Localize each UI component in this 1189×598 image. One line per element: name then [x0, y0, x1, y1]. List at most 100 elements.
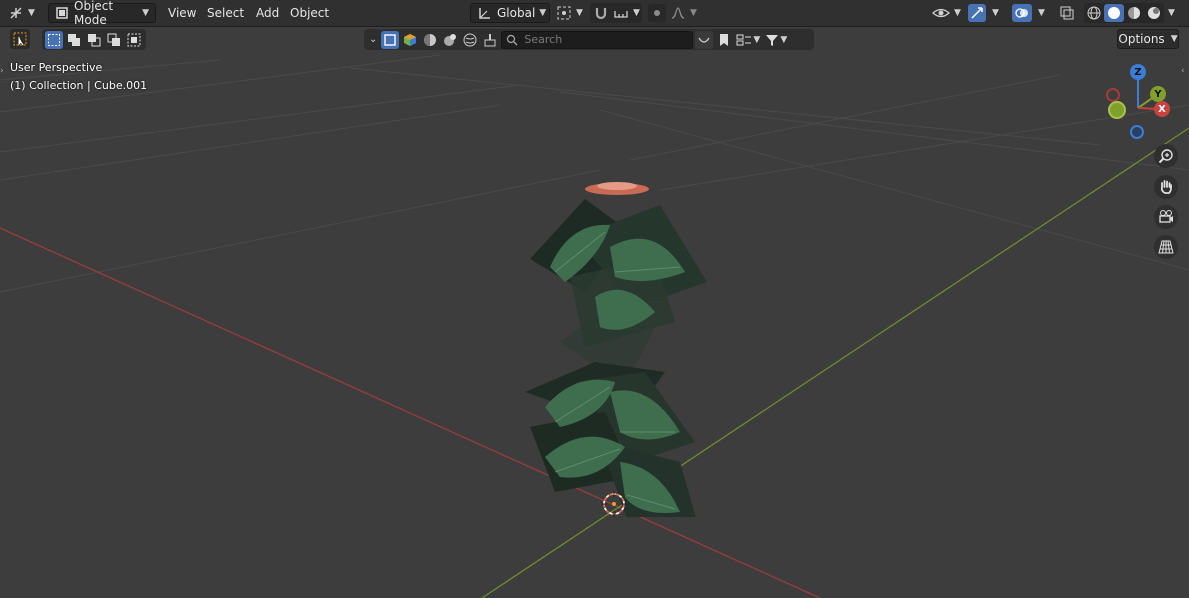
proportional-edit-icon [648, 4, 666, 22]
eye-icon [932, 5, 950, 21]
select-intersect-icon [127, 33, 141, 46]
transform-orientation-dropdown[interactable]: Global ▼ [470, 3, 550, 23]
select-subtract-icon [88, 33, 101, 46]
sidebar-expand-arrow-icon[interactable]: ‹ [1181, 66, 1185, 76]
3d-viewport[interactable] [0, 27, 1189, 598]
gizmo-z-axis[interactable]: Z [1130, 64, 1146, 80]
menu-select[interactable]: Select [201, 3, 250, 23]
select-difference-button[interactable] [105, 31, 123, 49]
filter-button[interactable]: ▼ [763, 31, 789, 49]
collection-info-label: (1) Collection | Cube.001 [10, 79, 148, 92]
filter-sphere-button[interactable] [421, 31, 439, 49]
bookmark-icon [720, 33, 729, 46]
navigation-gizmo[interactable]: Z Y X [1100, 60, 1180, 145]
chevron-down-icon: ▼ [633, 8, 640, 18]
mode-dropdown[interactable]: Object Mode ▼ [48, 0, 156, 27]
grid-perspective-icon [1158, 240, 1174, 254]
select-extend-icon [68, 33, 80, 46]
select-box-icon [13, 32, 27, 46]
sphere-icon [424, 33, 437, 46]
falloff-curve-icon [670, 5, 686, 21]
gizmo-icon [968, 4, 986, 22]
gizmo-y-axis[interactable]: Y [1150, 86, 1166, 102]
pivot-point-button[interactable]: ▼ [556, 3, 586, 23]
gizmo-toggle[interactable]: ▼ [968, 3, 1006, 23]
zoom-button[interactable] [1154, 144, 1178, 168]
brush-icon [484, 33, 496, 46]
options-dropdown[interactable]: Options ▼ [1117, 29, 1179, 49]
filter-texture-button[interactable] [441, 31, 459, 49]
visibility-button[interactable]: ▼ [932, 3, 964, 23]
wireframe-shading-icon[interactable] [1084, 6, 1104, 20]
select-new-button[interactable] [45, 30, 63, 49]
toggle-button[interactable] [695, 30, 714, 49]
gizmo-neg-z-axis[interactable] [1130, 125, 1144, 139]
magnet-icon [593, 5, 609, 21]
asset-search-input[interactable]: Search [501, 30, 694, 49]
outliner-filter-bar: ⌄ Search ▼ ▼ [364, 29, 814, 50]
shading-mode-group[interactable] [1084, 3, 1164, 23]
chevron-down-icon: ▼ [28, 8, 35, 18]
xray-toggle[interactable] [1060, 3, 1078, 23]
color-cube-icon [404, 33, 417, 46]
view-name-label: User Perspective [10, 61, 103, 74]
select-tool-button[interactable] [10, 29, 30, 49]
menu-add[interactable]: Add [250, 3, 285, 23]
chevron-down-icon: ▼ [992, 8, 999, 18]
select-extend-button[interactable] [65, 31, 83, 49]
zoom-icon [1158, 149, 1173, 164]
chevron-down-icon: ▼ [539, 8, 547, 18]
shading-options-button[interactable]: ▼ [1164, 3, 1178, 23]
select-subtract-button[interactable] [85, 31, 103, 49]
hand-icon [1160, 180, 1172, 194]
gizmo-neg-y-axis[interactable] [1108, 101, 1126, 119]
orientation-label: Global [497, 6, 536, 20]
texture-icon [444, 33, 457, 46]
object-mode-icon [55, 6, 69, 20]
select-difference-icon [107, 33, 120, 46]
viewport-header: ▼ Object Mode ▼ View Select Add Object G… [0, 0, 1189, 27]
chevron-down-icon: ▼ [1038, 8, 1045, 18]
options-label: Options [1118, 32, 1165, 46]
solid-shading-icon[interactable] [1104, 4, 1124, 22]
select-tool-row [10, 29, 30, 51]
gizmo-neg-x-axis[interactable] [1106, 88, 1120, 102]
chevron-down-icon: ▼ [142, 8, 149, 18]
editor-type-button[interactable]: ▼ [8, 3, 40, 23]
mode-label: Object Mode [74, 0, 114, 27]
filter-world-button[interactable] [461, 31, 479, 49]
menu-object[interactable]: Object [284, 3, 335, 23]
perspective-toggle-button[interactable] [1154, 235, 1178, 259]
axis-cross-icon [8, 5, 24, 21]
gizmo-x-axis[interactable]: X [1154, 101, 1170, 117]
plant-object[interactable] [515, 177, 715, 517]
world-icon [463, 33, 477, 46]
pan-button[interactable] [1154, 175, 1178, 199]
select-intersect-button[interactable] [125, 31, 143, 49]
orientation-icon [477, 6, 491, 20]
chevron-down-icon: ▼ [1168, 8, 1175, 18]
xray-icon [1060, 6, 1074, 20]
camera-view-button[interactable] [1154, 205, 1178, 229]
bookmark-button[interactable] [715, 31, 733, 49]
selection-mode-group [42, 29, 146, 50]
chevron-down-icon[interactable]: ⌄ [369, 34, 377, 45]
chevron-down-icon: ▼ [753, 34, 761, 45]
chevron-down-icon: ▼ [576, 8, 583, 18]
material-preview-icon[interactable] [1124, 6, 1144, 20]
filter-brush-button[interactable] [481, 31, 499, 49]
curve-icon [698, 37, 710, 43]
3d-cursor[interactable] [600, 490, 628, 518]
menu-view[interactable]: View [162, 3, 202, 23]
object-filter-button[interactable] [381, 30, 400, 49]
rendered-shading-icon[interactable] [1144, 6, 1164, 20]
overlays-icon [1012, 4, 1032, 22]
snap-group[interactable]: ▼ [590, 3, 642, 23]
chevron-down-icon: ▼ [1170, 34, 1178, 44]
filter-colorful-button[interactable] [401, 31, 419, 49]
display-mode-button[interactable]: ▼ [735, 31, 761, 49]
toolbar-expand-arrow-icon[interactable]: › [0, 66, 4, 76]
overlays-toggle[interactable]: ▼ [1012, 3, 1052, 23]
list-view-icon [736, 34, 752, 45]
proportional-editing-group[interactable]: ▼ [648, 3, 698, 23]
